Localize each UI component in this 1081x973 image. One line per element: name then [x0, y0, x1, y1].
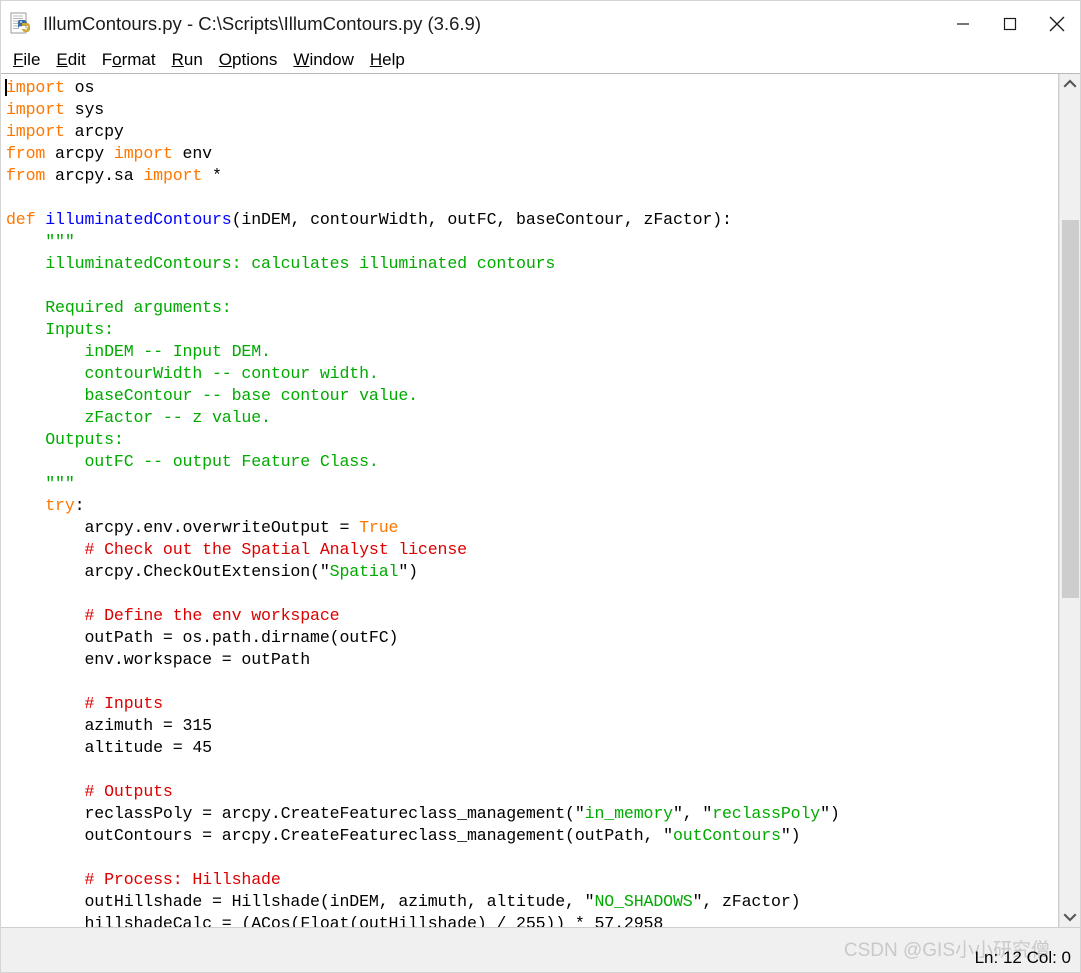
source-code[interactable]: import os import sys import arcpy from a… — [6, 77, 1058, 927]
maximize-button[interactable] — [986, 1, 1033, 46]
scroll-down-icon[interactable] — [1060, 907, 1080, 927]
code-text-area[interactable]: import os import sys import arcpy from a… — [1, 74, 1059, 927]
window-title: IllumContours.py - C:\Scripts\IllumConto… — [43, 12, 481, 34]
minimize-button[interactable] — [939, 1, 986, 46]
editor-area: import os import sys import arcpy from a… — [1, 74, 1080, 927]
menu-item-help[interactable]: Help — [362, 50, 413, 70]
scrollbar-thumb[interactable] — [1062, 220, 1079, 599]
status-bar: CSDN @GIS小小研究僧 Ln: 12 Col: 0 — [1, 927, 1080, 972]
idle-editor-window: IllumContours.py - C:\Scripts\IllumConto… — [0, 0, 1081, 973]
menu-item-run[interactable]: Run — [164, 50, 211, 70]
scrollbar-track[interactable] — [1060, 94, 1080, 907]
menu-item-file[interactable]: File — [5, 50, 48, 70]
vertical-scrollbar[interactable] — [1059, 74, 1080, 927]
cursor-position-status: Ln: 12 Col: 0 — [974, 948, 1071, 967]
text-caret — [5, 79, 7, 96]
menu-item-options[interactable]: Options — [211, 50, 286, 70]
close-button[interactable] — [1033, 1, 1080, 46]
python-file-icon — [10, 12, 34, 36]
title-bar: IllumContours.py - C:\Scripts\IllumConto… — [1, 1, 1080, 46]
menu-bar: File Edit Format Run Options Window Help — [1, 46, 1080, 74]
menu-item-edit[interactable]: Edit — [48, 50, 93, 70]
window-controls — [939, 1, 1080, 46]
menu-item-window[interactable]: Window — [285, 50, 361, 70]
menu-item-format[interactable]: Format — [94, 50, 164, 70]
scroll-up-icon[interactable] — [1060, 74, 1080, 94]
